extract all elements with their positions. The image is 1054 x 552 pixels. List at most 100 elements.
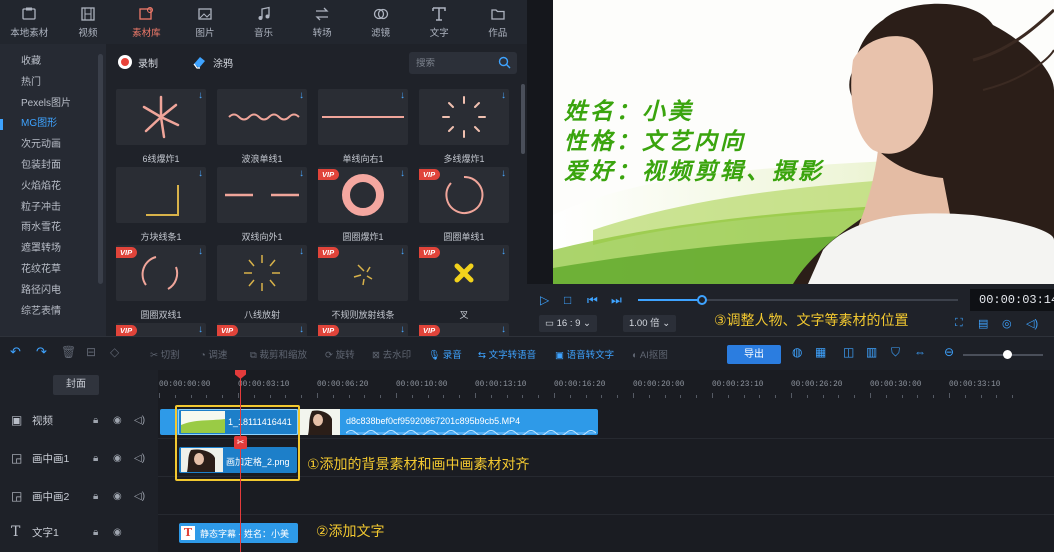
library-item[interactable]: VIP ↓: [318, 323, 408, 336]
columns-icon[interactable]: ▥: [866, 345, 877, 359]
library-item[interactable]: VIP ↓ 圆圈爆炸1: [318, 167, 408, 243]
volume-icon[interactable]: ◁): [134, 453, 145, 464]
eye-icon[interactable]: ◉: [113, 453, 122, 464]
speed-button[interactable]: ◔ 调速: [200, 347, 227, 361]
library-item[interactable]: ↓ 双线向外1: [217, 167, 307, 243]
library-item[interactable]: ↓ 八线放射: [217, 245, 307, 321]
sidebar-item-pexels[interactable]: Pexels图片: [0, 94, 106, 115]
keyframe-icon[interactable]: ◇: [110, 345, 119, 359]
undo-icon[interactable]: ↶: [10, 344, 21, 360]
sidebar-scrollbar[interactable]: [98, 54, 103, 284]
nav-video[interactable]: 视频: [59, 0, 118, 44]
sidebar-item-variety-emoji[interactable]: 综艺表情: [0, 302, 106, 323]
volume-icon[interactable]: ◁): [134, 415, 145, 426]
timeline-zoom-slider[interactable]: [963, 350, 1043, 359]
cut-button[interactable]: ✂ 切割: [150, 347, 180, 361]
library-item[interactable]: VIP ↓ 叉: [419, 245, 509, 321]
remove-watermark-button[interactable]: ⊠ 去水印: [372, 347, 411, 361]
lock-icon[interactable]: 🔒︎: [93, 453, 98, 464]
library-item[interactable]: ↓ 方块线条1: [116, 167, 206, 243]
download-icon[interactable]: ↓: [299, 324, 304, 335]
download-icon[interactable]: ↓: [400, 324, 405, 335]
next-frame-icon[interactable]: ⏭: [611, 293, 622, 308]
library-scrollbar[interactable]: [521, 84, 525, 154]
split-marker-icon[interactable]: ✂: [234, 436, 247, 449]
library-item[interactable]: VIP ↓ 不规则放射线条: [318, 245, 408, 321]
record-audio-button[interactable]: 🎙 录音: [428, 347, 462, 361]
playback-progress-bar[interactable]: [638, 295, 958, 305]
zoom-slider-handle[interactable]: [1003, 350, 1012, 359]
zoom-out-icon[interactable]: ⊖: [944, 345, 954, 359]
eye-icon[interactable]: ◉: [113, 491, 122, 502]
library-item[interactable]: ↓ 单线向右1: [318, 89, 408, 165]
download-icon[interactable]: ↓: [400, 90, 405, 101]
sidebar-item-anime[interactable]: 次元动画: [0, 135, 106, 156]
download-icon[interactable]: ↓: [501, 168, 506, 179]
subtitle-icon[interactable]: ▤: [978, 317, 988, 330]
sidebar-item-favorites[interactable]: 收藏: [0, 52, 106, 73]
cover-button[interactable]: 封面: [53, 375, 99, 395]
eye-icon[interactable]: ◉: [113, 415, 122, 426]
sidebar-item-particles[interactable]: 粒子冲击: [0, 198, 106, 219]
fit-width-icon[interactable]: ⇔: [914, 345, 926, 359]
doodle-button[interactable]: 涂鸦: [192, 55, 233, 70]
snapshot-icon[interactable]: ◎: [1002, 317, 1012, 330]
download-icon[interactable]: ↓: [501, 246, 506, 257]
text-to-speech-button[interactable]: ⇆ 文字转语音: [478, 347, 536, 361]
zoom-fit-icon[interactable]: ◍: [792, 345, 802, 359]
download-icon[interactable]: ↓: [198, 246, 203, 257]
preview-text-personality[interactable]: 性格：文艺内向: [564, 122, 746, 156]
sidebar-item-fireworks[interactable]: 火焰焰花: [0, 177, 106, 198]
nav-filter[interactable]: 滤镜: [351, 0, 410, 44]
crop-icon[interactable]: ⛶: [955, 317, 963, 330]
nav-local-media[interactable]: 本地素材: [0, 0, 59, 44]
playhead-line[interactable]: [240, 371, 241, 552]
nav-image[interactable]: 图片: [176, 0, 235, 44]
lock-icon[interactable]: 🔒︎: [93, 415, 98, 426]
download-icon[interactable]: ↓: [299, 168, 304, 179]
prev-frame-icon[interactable]: ⏮: [587, 293, 598, 308]
download-icon[interactable]: ↓: [400, 168, 405, 179]
grid-view-icon[interactable]: ▦: [815, 345, 826, 359]
library-item[interactable]: ↓ 波浪单线1: [217, 89, 307, 165]
sidebar-item-mg-graphics[interactable]: MG图形: [0, 114, 106, 135]
download-icon[interactable]: ↓: [400, 246, 405, 257]
sidebar-item-lightning[interactable]: 路径闪电: [0, 281, 106, 302]
library-item[interactable]: VIP ↓ 圆圈单线1: [419, 167, 509, 243]
split-icon[interactable]: ⊟: [86, 345, 96, 359]
lock-icon[interactable]: 🔒︎: [93, 491, 98, 502]
speed-select[interactable]: 1.00 倍 ⌄: [623, 315, 677, 332]
text-clip[interactable]: T 静态字幕 - 姓名：小美: [179, 523, 298, 543]
eye-icon[interactable]: ◉: [113, 527, 122, 538]
export-button[interactable]: 导出: [727, 345, 781, 364]
download-icon[interactable]: ↓: [198, 324, 203, 335]
nav-works[interactable]: 作品: [469, 0, 528, 44]
download-icon[interactable]: ↓: [198, 168, 203, 179]
ai-cutout-button[interactable]: ◐ AI抠图: [632, 347, 668, 361]
download-icon[interactable]: ↓: [299, 90, 304, 101]
search-input[interactable]: [416, 57, 496, 69]
play-icon[interactable]: ▷: [540, 293, 549, 307]
sidebar-item-rain-snow[interactable]: 雨水雪花: [0, 218, 106, 239]
redo-icon[interactable]: ↷: [36, 344, 47, 360]
library-item[interactable]: VIP ↓: [217, 323, 307, 336]
sidebar-item-hot[interactable]: 热门: [0, 73, 106, 94]
nav-music[interactable]: 音乐: [234, 0, 293, 44]
volume-icon[interactable]: ◁): [134, 491, 145, 502]
record-button[interactable]: 录制: [118, 55, 158, 70]
preview-text-hobby[interactable]: 爱好：视频剪辑、摄影: [564, 152, 824, 186]
rotate-button[interactable]: ⟳ 旋转: [325, 347, 355, 361]
library-item[interactable]: VIP ↓: [116, 323, 206, 336]
delete-icon[interactable]: 🗑: [61, 345, 76, 359]
lock-icon[interactable]: 🔒︎: [93, 527, 98, 538]
split-view-icon[interactable]: ◫: [843, 345, 854, 359]
download-icon[interactable]: ↓: [299, 246, 304, 257]
library-item[interactable]: ↓ 6线爆炸1: [116, 89, 206, 165]
progress-handle[interactable]: [697, 295, 707, 305]
nav-transition[interactable]: 转场: [293, 0, 352, 44]
shield-icon[interactable]: ⛉: [891, 345, 900, 360]
nav-text[interactable]: 文字: [410, 0, 469, 44]
library-item[interactable]: ↓ 多线爆炸1: [419, 89, 509, 165]
volume-icon[interactable]: ◁): [1026, 317, 1038, 330]
aspect-ratio-select[interactable]: ▭ 16 : 9 ⌄: [539, 315, 598, 332]
